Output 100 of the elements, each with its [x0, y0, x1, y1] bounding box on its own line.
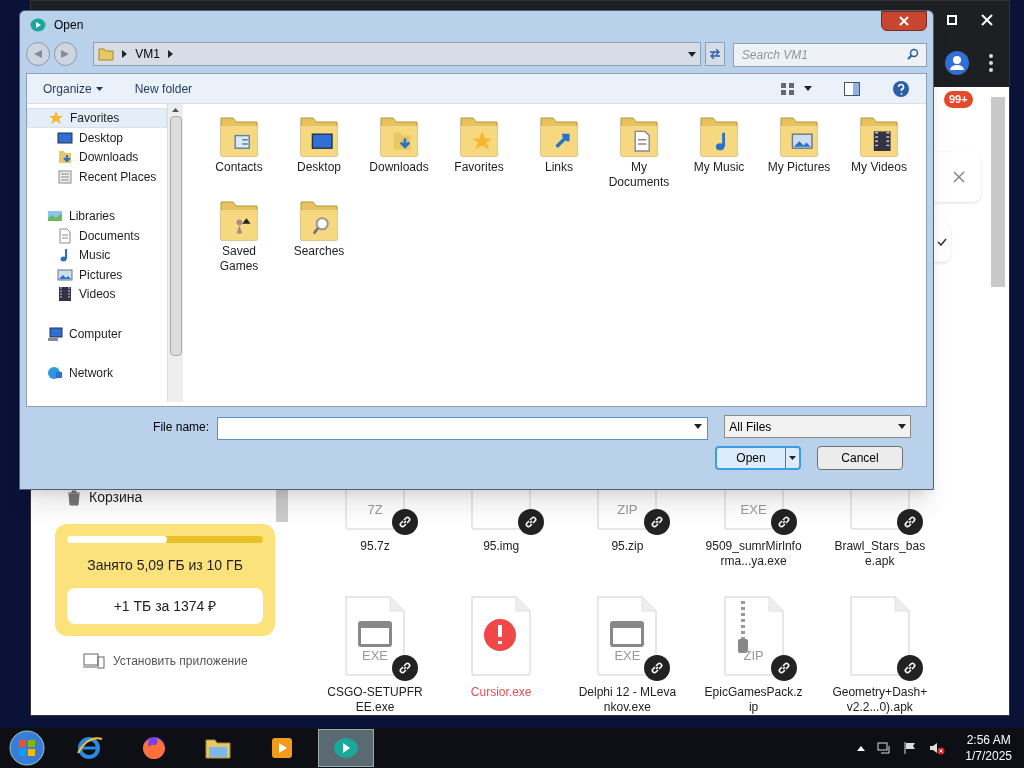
scrollbar[interactable] [167, 104, 183, 402]
dropdown-icon [898, 424, 906, 429]
file-name[interactable]: Geometry+Dash+v2.2...0).apk [829, 685, 930, 715]
notification-badge: 99+ [944, 91, 973, 108]
file-icon[interactable] [848, 595, 911, 677]
file-icon[interactable] [596, 595, 659, 677]
nav-item[interactable]: Computer [27, 323, 167, 344]
folder-label[interactable]: My Pictures [767, 160, 831, 175]
install-app-link[interactable]: Установить приложение [113, 652, 248, 670]
file-name[interactable]: Cursior.exe [470, 685, 532, 700]
nav-item[interactable]: Documents [27, 225, 167, 246]
dropdown-icon[interactable] [694, 424, 703, 429]
nav-item[interactable]: Recent Places [27, 167, 167, 187]
folder-label[interactable]: Downloads [369, 160, 429, 175]
file-type-label: 7Z [366, 500, 384, 519]
open-button[interactable]: Open [715, 446, 801, 470]
search-field[interactable]: Search VM1 [732, 43, 927, 67]
file-name[interactable]: 9509_sumrMirlnforma...ya.exe [703, 539, 804, 569]
file-type-label: EXE [361, 646, 389, 665]
flag-icon[interactable] [903, 741, 918, 755]
file-name[interactable]: Brawl_Stars_base.apk [829, 539, 930, 569]
caret-icon[interactable] [785, 448, 799, 468]
file-type-label: EXE [739, 500, 768, 519]
clock-date: 1/7/2025 [965, 748, 1012, 764]
file-name[interactable]: CSGO-SETUPFREE.exe [325, 685, 425, 715]
scroll-up-icon[interactable] [172, 108, 179, 112]
file-type-label: ZIP [742, 646, 765, 665]
nav-item[interactable]: Network [27, 362, 167, 383]
file-name[interactable]: Delphi 12 - MLevankov.exe [577, 685, 678, 715]
forward-arrow-icon [61, 50, 70, 58]
nav-item[interactable]: Libraries [27, 206, 167, 226]
muted-speaker-icon[interactable] [929, 741, 946, 755]
folder-icon [98, 47, 115, 61]
folder-label[interactable]: Favorites [454, 160, 504, 175]
document-icon [57, 227, 73, 244]
app-icon [30, 18, 46, 32]
file-type-label: ZIP [616, 500, 639, 519]
address-bar[interactable]: VM1 [93, 42, 702, 66]
nav-item[interactable]: Downloads [27, 147, 167, 168]
sidebar-item[interactable]: Корзина [67, 487, 275, 508]
file-name[interactable]: 95.7z [360, 539, 390, 554]
window-title: Open [54, 17, 84, 34]
show-hidden-icons-button[interactable] [857, 745, 866, 751]
folder-label[interactable]: Contacts [215, 160, 263, 175]
organize-menu[interactable]: Organize [43, 79, 103, 98]
chevron-icon [167, 50, 173, 58]
new-folder-button[interactable]: New folder [134, 79, 193, 98]
trash-icon [67, 489, 81, 506]
check-icon [937, 238, 947, 246]
upgrade-button[interactable]: +1 ТБ за 1374 ₽ [67, 588, 263, 624]
nav-item[interactable]: Desktop [27, 128, 167, 148]
file-icon[interactable] [344, 595, 406, 677]
file-type-dropdown[interactable]: All Files [724, 415, 911, 438]
file-type-label: EXE [613, 646, 642, 665]
close-button[interactable] [881, 11, 927, 31]
scrollbar[interactable] [991, 97, 1005, 287]
folder-label[interactable]: Links [545, 160, 573, 175]
devices-icon [83, 653, 105, 669]
nav-item[interactable]: Videos [27, 284, 167, 305]
preview-pane-icon[interactable] [844, 81, 860, 96]
folder-label[interactable]: Searches [293, 244, 345, 259]
maximize-icon[interactable] [947, 15, 957, 25]
nav-item[interactable]: Pictures [27, 265, 167, 285]
menu-icon[interactable] [989, 54, 993, 72]
storage-text: Занято 5,09 ГБ из 10 ГБ [86, 556, 244, 575]
help-icon[interactable] [892, 79, 910, 98]
file-icon[interactable] [722, 595, 785, 677]
folder-label[interactable]: My Music [693, 160, 745, 175]
file-name-field[interactable] [217, 416, 709, 440]
clock[interactable]: 2:56 AM 1/7/2025 [965, 732, 1012, 764]
breadcrumb-item[interactable]: VM1 [135, 45, 160, 63]
folder-label[interactable]: My Documents [605, 160, 673, 190]
folder-label[interactable]: Saved Games [205, 244, 273, 274]
recent-icon [57, 168, 73, 185]
nav-item[interactable]: Music [27, 245, 167, 266]
chevron-icon [122, 50, 128, 58]
computer-icon [47, 325, 63, 342]
file-name[interactable]: EpicGamesPack.zip [703, 685, 804, 715]
folder-label[interactable]: Desktop [297, 160, 341, 175]
refresh-icon [709, 49, 721, 59]
clock-time: 2:56 AM [966, 732, 1011, 748]
network-icon[interactable] [877, 741, 892, 755]
folder-label[interactable]: My Videos [851, 160, 907, 175]
star-icon [48, 110, 64, 126]
view-icon[interactable] [780, 81, 796, 96]
caret-icon [95, 86, 103, 91]
file-name[interactable]: 95.img [483, 539, 520, 554]
search-icon [906, 48, 919, 60]
avatar-icon[interactable] [945, 51, 969, 75]
dropdown-icon[interactable] [688, 51, 697, 57]
download-icon [57, 149, 73, 166]
refresh-button[interactable] [705, 42, 725, 66]
start-button[interactable] [8, 729, 46, 767]
dropdown-icon[interactable] [804, 86, 812, 91]
nav-item[interactable]: Favorites [27, 108, 167, 128]
close-icon [899, 16, 909, 26]
picture-icon [57, 266, 73, 283]
file-name[interactable]: 95.zip [611, 539, 644, 554]
cancel-button[interactable]: Cancel [817, 446, 903, 470]
back-arrow-icon [33, 50, 42, 58]
